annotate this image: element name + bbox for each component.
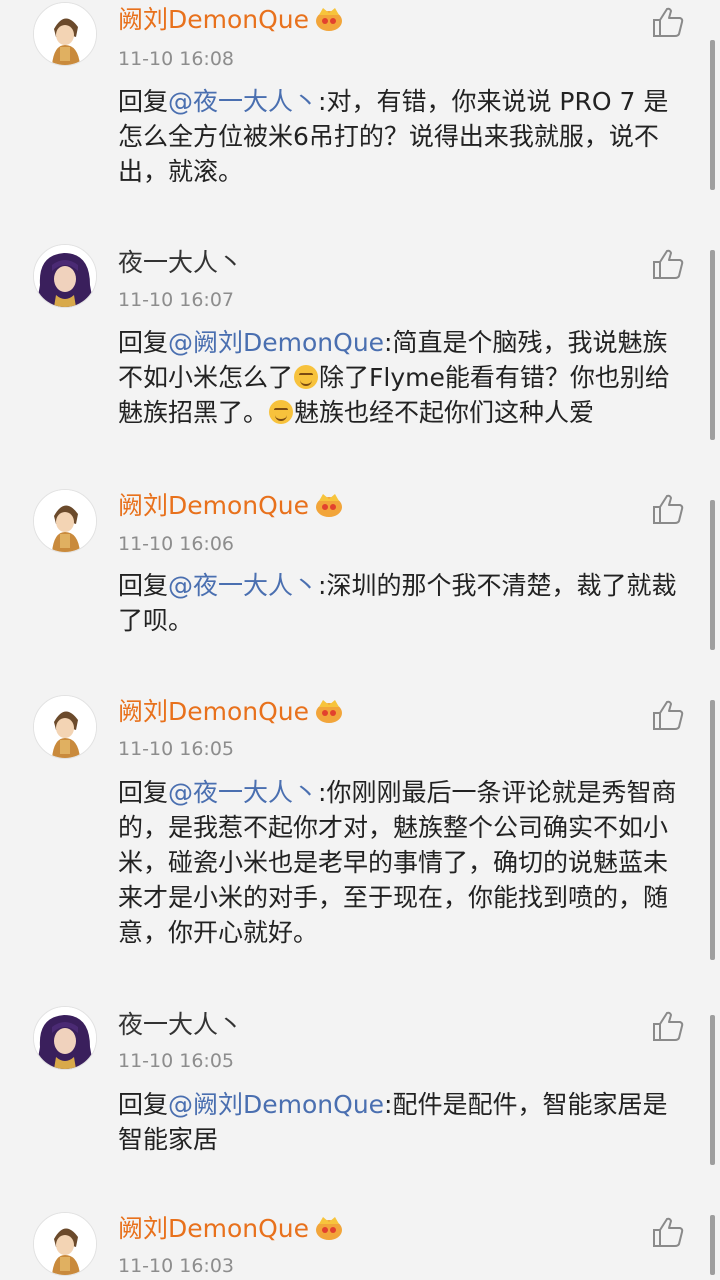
vip-crown-icon xyxy=(315,492,343,518)
username-text: 阙刘DemonQue xyxy=(118,1214,310,1243)
vip-crown-icon xyxy=(315,6,343,32)
user-avatar[interactable] xyxy=(33,1212,97,1276)
thumbs-up-icon[interactable] xyxy=(651,1010,685,1042)
username-text: 夜一大人丶 xyxy=(118,1010,244,1039)
username-text: 阙刘DemonQue xyxy=(118,697,310,726)
comment-time: 11-10 16:03 xyxy=(118,1255,235,1277)
comment-item: 阙刘DemonQue 11-10 16:05 回复@夜一大人丶:你刚刚最后一条评… xyxy=(0,679,720,992)
mention-link[interactable]: @阙刘DemonQue xyxy=(168,328,384,357)
username-text: 夜一大人丶 xyxy=(118,248,244,277)
thumbs-up-icon[interactable] xyxy=(651,493,685,525)
comment-text: 回复@夜一大人丶:你刚刚最后一条评论就是秀智商的，是我惹不起你才对，魅族整个公司… xyxy=(118,775,688,950)
comment-feed[interactable]: 阙刘DemonQue 11-10 16:08 回复@夜一大人丶:对，有错，你来说… xyxy=(0,0,720,1280)
user-avatar[interactable] xyxy=(33,695,97,759)
user-avatar[interactable] xyxy=(33,1006,97,1070)
comment-text: 回复@阙刘DemonQue:简直是个脑残，我说魅族不如小米怎么了 除了Flyme能… xyxy=(118,325,688,430)
thumbs-up-icon[interactable] xyxy=(651,699,685,731)
username[interactable]: 阙刘DemonQue xyxy=(118,491,343,521)
comment-item: 阙刘DemonQue 11-10 16:03 xyxy=(0,1196,720,1280)
comment-item: 夜一大人丶 11-10 16:07 回复@阙刘DemonQue:简直是个脑残，我… xyxy=(0,228,720,474)
comment-time: 11-10 16:08 xyxy=(118,48,235,70)
scrollbar[interactable] xyxy=(710,250,715,440)
grin-sweat-emoji-icon xyxy=(269,400,294,424)
vip-crown-icon xyxy=(315,698,343,724)
user-avatar[interactable] xyxy=(33,244,97,308)
reply-prefix: 回复 xyxy=(118,87,169,116)
comment-body: 魅族也经不起你们这种人爱 xyxy=(294,398,595,427)
comment-time: 11-10 16:05 xyxy=(118,738,235,760)
username-text: 阙刘DemonQue xyxy=(118,491,310,520)
comment-text: 回复@夜一大人丶:深圳的那个我不清楚，裁了就裁了呗。 xyxy=(118,568,688,638)
reply-prefix: 回复 xyxy=(118,778,169,807)
comment-item: 阙刘DemonQue 11-10 16:06 回复@夜一大人丶:深圳的那个我不清… xyxy=(0,473,720,680)
comment-text: 回复@阙刘DemonQue:配件是配件，智能家居是智能家居 xyxy=(118,1087,688,1157)
username[interactable]: 夜一大人丶 xyxy=(118,1010,243,1040)
mention-link[interactable]: @夜一大人丶 xyxy=(168,87,318,116)
comment-time: 11-10 16:05 xyxy=(118,1050,235,1072)
scrollbar[interactable] xyxy=(710,1015,715,1165)
username[interactable]: 阙刘DemonQue xyxy=(118,5,343,35)
comment-time: 11-10 16:07 xyxy=(118,289,235,311)
username-text: 阙刘DemonQue xyxy=(118,5,310,34)
comment-text: 回复@夜一大人丶:对，有错，你来说说 PRO 7 是怎么全方位被米6吊打的？说得… xyxy=(118,84,688,189)
scrollbar[interactable] xyxy=(710,500,715,650)
grin-sweat-emoji-icon xyxy=(294,365,319,389)
comment-item: 夜一大人丶 11-10 16:05 回复@阙刘DemonQue:配件是配件，智能… xyxy=(0,991,720,1197)
mention-link[interactable]: @阙刘DemonQue xyxy=(168,1090,384,1119)
vip-crown-icon xyxy=(315,1215,343,1241)
user-avatar[interactable] xyxy=(33,489,97,553)
username[interactable]: 阙刘DemonQue xyxy=(118,697,343,727)
mention-link[interactable]: @夜一大人丶 xyxy=(168,778,318,807)
mention-link[interactable]: @夜一大人丶 xyxy=(168,571,318,600)
thumbs-up-icon[interactable] xyxy=(651,1216,685,1248)
reply-prefix: 回复 xyxy=(118,571,169,600)
reply-prefix: 回复 xyxy=(118,1090,169,1119)
reply-prefix: 回复 xyxy=(118,328,169,357)
thumbs-up-icon[interactable] xyxy=(651,248,685,280)
username[interactable]: 夜一大人丶 xyxy=(118,248,243,278)
scrollbar[interactable] xyxy=(710,40,715,190)
user-avatar[interactable] xyxy=(33,2,97,66)
thumbs-up-icon[interactable] xyxy=(651,6,685,38)
scrollbar[interactable] xyxy=(710,700,715,960)
scrollbar[interactable] xyxy=(710,1215,715,1275)
comment-time: 11-10 16:06 xyxy=(118,533,235,555)
comment-item: 阙刘DemonQue 11-10 16:08 回复@夜一大人丶:对，有错，你来说… xyxy=(0,0,720,229)
username[interactable]: 阙刘DemonQue xyxy=(118,1214,343,1244)
